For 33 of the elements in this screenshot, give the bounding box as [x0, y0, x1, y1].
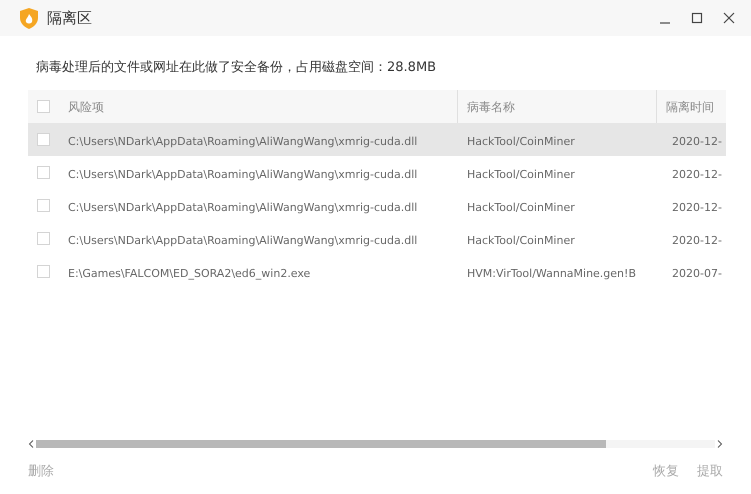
table-cell: C:\Users\NDark\AppData\Roaming\AliWangWang\xmrig-cuda.dll [68, 200, 418, 214]
table-cell: 2020-12- [672, 168, 722, 180]
column-header[interactable]: 病毒名称 [467, 98, 515, 116]
table-cell: C:\Users\NDark\AppData\Roaming\AliWangWang\xmrig-cuda.dll [68, 234, 418, 246]
description-text: 病毒处理后的文件或网址在此做了安全备份，占用磁盘空间：28.8MB [36, 60, 436, 75]
table-cell: HackTool/CoinMiner [467, 200, 575, 214]
checkbox[interactable] [37, 133, 50, 146]
table-row[interactable]: C:\Users\NDark\AppData\Roaming\AliWangWang\xmrig-cuda.dll HackTool/CoinMiner 2020-12- [28, 123, 726, 156]
checkbox[interactable] [37, 100, 50, 113]
shield-icon [20, 8, 38, 28]
table-cell: HVM:VirTool/WannaMine.gen!B [467, 266, 636, 280]
table-cell: HackTool/CoinMiner [467, 234, 575, 246]
column-header[interactable]: 隔离时间 [666, 98, 714, 116]
window-title: 隔离区 [47, 8, 92, 29]
checkbox[interactable] [37, 265, 50, 278]
scroll-right-icon[interactable] [717, 440, 723, 448]
horizontal-scrollbar[interactable] [36, 440, 715, 448]
table-cell: C:\Users\NDark\AppData\Roaming\AliWangWang\xmrig-cuda.dll [68, 168, 418, 180]
column-header[interactable]: 风险项 [68, 98, 104, 116]
table-cell: 2020-12- [672, 134, 722, 148]
scroll-left-icon[interactable] [28, 440, 34, 448]
table-cell: 2020-12- [672, 234, 722, 246]
checkbox[interactable] [37, 166, 50, 179]
table-cell: 2020-12- [672, 200, 722, 214]
table-cell: 2020-07- [672, 266, 722, 280]
table-cell: C:\Users\NDark\AppData\Roaming\AliWangWang\xmrig-cuda.dll [68, 134, 418, 148]
maximize-icon[interactable] [691, 12, 703, 24]
checkbox[interactable] [37, 232, 50, 245]
table-cell: E:\Games\FALCOM\ED_SORA2\ed6_win2.exe [68, 266, 310, 280]
table-cell: HackTool/CoinMiner [467, 168, 575, 180]
table-cell: HackTool/CoinMiner [467, 134, 575, 148]
close-icon[interactable] [723, 12, 735, 24]
checkbox[interactable] [37, 199, 50, 212]
